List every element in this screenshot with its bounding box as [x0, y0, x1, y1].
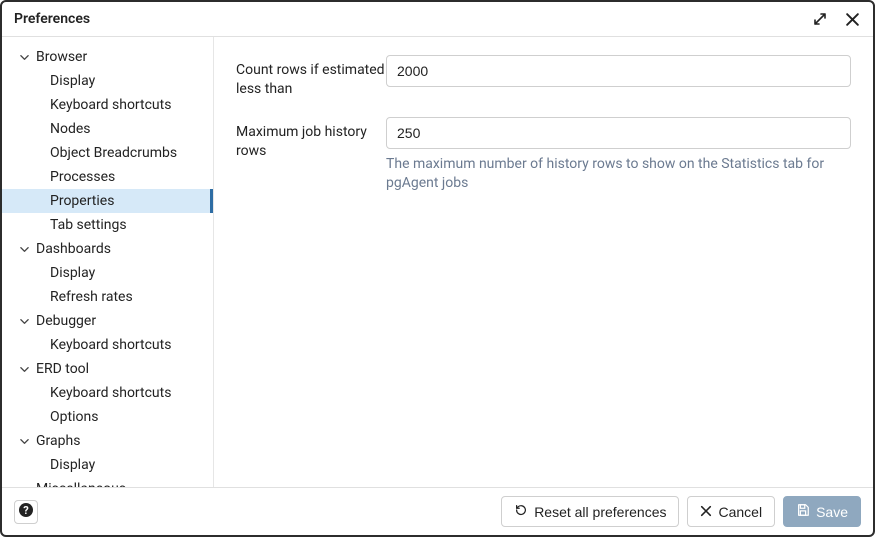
reset-icon: [514, 503, 528, 520]
form-field: The maximum number of history rows to sh…: [386, 117, 851, 193]
form-field: [386, 55, 851, 87]
chevron-down-icon: [20, 485, 30, 488]
tree-header-miscellaneous[interactable]: Miscellaneous: [2, 477, 213, 487]
chevron-down-icon: [20, 245, 30, 254]
tree-header-label: Miscellaneous: [36, 481, 126, 487]
tree-item-display[interactable]: Display: [2, 261, 213, 285]
help-text: The maximum number of history rows to sh…: [386, 155, 851, 193]
tree-section-miscellaneous: Miscellaneous: [2, 477, 213, 487]
button-label: Reset all preferences: [534, 504, 666, 520]
close-icon[interactable]: [843, 10, 861, 28]
tree-header-erd-tool[interactable]: ERD tool: [2, 357, 213, 381]
help-button[interactable]: ?: [14, 500, 38, 524]
tree-item-display[interactable]: Display: [2, 453, 213, 477]
tree-section-graphs: Graphs Display: [2, 429, 213, 477]
content-pane: Count rows if estimated less than Maximu…: [214, 37, 873, 487]
tree-item-keyboard-shortcuts[interactable]: Keyboard shortcuts: [2, 333, 213, 357]
header-actions: [811, 10, 861, 28]
tree-item-processes[interactable]: Processes: [2, 165, 213, 189]
tree-header-label: Dashboards: [36, 241, 111, 257]
tree-item-properties[interactable]: Properties: [2, 189, 213, 213]
dialog-header: Preferences: [2, 2, 873, 37]
tree-item-tab-settings[interactable]: Tab settings: [2, 213, 213, 237]
cancel-button[interactable]: Cancel: [687, 496, 775, 527]
tree-item-refresh-rates[interactable]: Refresh rates: [2, 285, 213, 309]
button-label: Cancel: [718, 504, 762, 520]
tree-item-display[interactable]: Display: [2, 69, 213, 93]
tree-header-label: Graphs: [36, 433, 80, 449]
tree-header-browser[interactable]: Browser: [2, 45, 213, 69]
svg-text:?: ?: [23, 504, 29, 517]
dialog-footer: ? Reset all preferences Cancel Save: [2, 487, 873, 535]
close-icon: [700, 504, 712, 520]
chevron-down-icon: [20, 317, 30, 326]
form-label: Count rows if estimated less than: [236, 55, 386, 99]
chevron-down-icon: [20, 53, 30, 62]
tree-header-label: ERD tool: [36, 361, 89, 377]
tree-item-options[interactable]: Options: [2, 405, 213, 429]
tree-section-erd-tool: ERD tool Keyboard shortcuts Options: [2, 357, 213, 429]
tree-header-graphs[interactable]: Graphs: [2, 429, 213, 453]
tree-section-dashboards: Dashboards Display Refresh rates: [2, 237, 213, 309]
save-icon: [796, 503, 810, 520]
footer-actions: Reset all preferences Cancel Save: [501, 496, 861, 527]
form-row-count-rows: Count rows if estimated less than: [236, 55, 851, 99]
tree-header-label: Debugger: [36, 313, 96, 329]
tree-header-debugger[interactable]: Debugger: [2, 309, 213, 333]
sidebar[interactable]: Browser Display Keyboard shortcuts Nodes…: [2, 37, 214, 487]
dialog-title: Preferences: [14, 11, 90, 27]
maximize-icon[interactable]: [811, 10, 829, 28]
count-rows-input[interactable]: [386, 55, 851, 87]
button-label: Save: [816, 504, 848, 520]
max-job-history-input[interactable]: [386, 117, 851, 149]
chevron-down-icon: [20, 365, 30, 374]
tree-item-object-breadcrumbs[interactable]: Object Breadcrumbs: [2, 141, 213, 165]
tree-item-keyboard-shortcuts[interactable]: Keyboard shortcuts: [2, 381, 213, 405]
dialog-body: Browser Display Keyboard shortcuts Nodes…: [2, 37, 873, 487]
tree-section-debugger: Debugger Keyboard shortcuts: [2, 309, 213, 357]
save-button[interactable]: Save: [783, 496, 861, 527]
tree-item-nodes[interactable]: Nodes: [2, 117, 213, 141]
tree-header-dashboards[interactable]: Dashboards: [2, 237, 213, 261]
reset-button[interactable]: Reset all preferences: [501, 496, 679, 527]
tree-item-keyboard-shortcuts[interactable]: Keyboard shortcuts: [2, 93, 213, 117]
tree-section-browser: Browser Display Keyboard shortcuts Nodes…: [2, 45, 213, 237]
chevron-down-icon: [20, 437, 30, 446]
help-icon: ?: [18, 502, 34, 522]
form-row-max-job-history: Maximum job history rows The maximum num…: [236, 117, 851, 193]
preferences-dialog: Preferences Browser Display Keyboard sho…: [0, 0, 875, 537]
form-label: Maximum job history rows: [236, 117, 386, 161]
tree-header-label: Browser: [36, 49, 87, 65]
